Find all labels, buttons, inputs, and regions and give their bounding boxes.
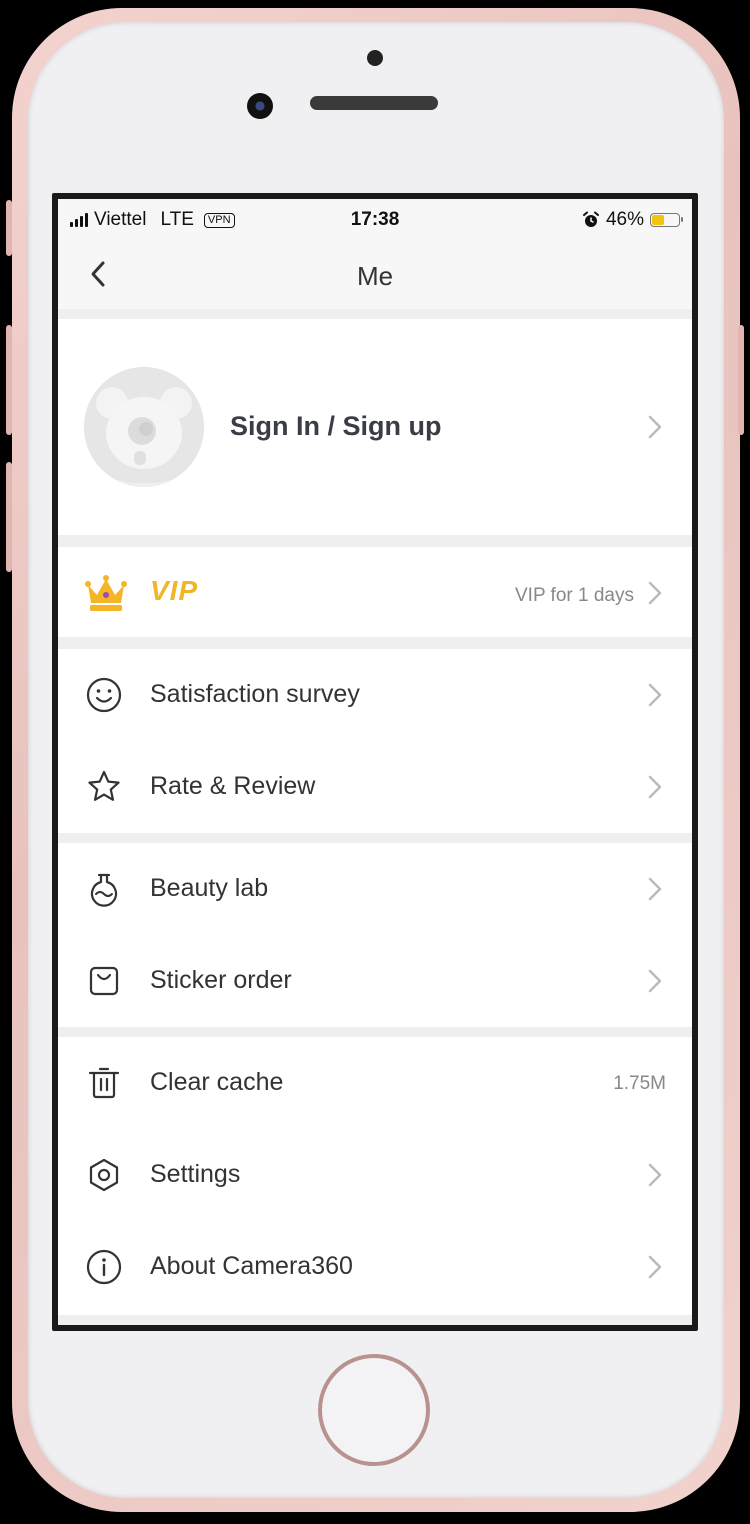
info-icon (86, 1249, 122, 1285)
menu-group-feedback: Satisfaction survey Rate & Review (58, 649, 692, 833)
side-button (6, 200, 12, 256)
chevron-right-icon (648, 775, 662, 799)
star-icon (88, 770, 120, 801)
page-title: Me (356, 261, 394, 291)
status-bar: Viettel LTE VPN 17:38 46% (58, 199, 692, 243)
front-camera (247, 93, 273, 119)
chevron-right-icon (648, 415, 662, 439)
clear-cache-row[interactable]: Clear cache 1.75M (58, 1037, 692, 1129)
settings-row[interactable]: Settings (58, 1129, 692, 1221)
rate-review-label: Rate & Review (150, 772, 316, 800)
alarm-icon (582, 211, 599, 227)
chevron-right-icon (648, 581, 662, 605)
about-row[interactable]: About Camera360 (58, 1221, 692, 1313)
rate-review-row[interactable]: Rate & Review (58, 741, 692, 833)
vip-status: VIP for 1 days (515, 585, 634, 606)
battery-icon (650, 213, 683, 227)
side-button (738, 325, 744, 435)
vip-label: VIP (150, 575, 199, 606)
screen-content: Viettel LTE VPN 17:38 46% Me Sign In / S… (58, 199, 692, 1325)
sticker-order-row[interactable]: Sticker order (58, 935, 692, 1027)
vip-row[interactable]: VIP VIP for 1 days (58, 547, 692, 637)
home-button[interactable] (318, 1354, 430, 1466)
menu-group-extras: Beauty lab Sticker order (58, 843, 692, 1027)
hexagon-gear-icon (89, 1158, 119, 1192)
trash-icon (88, 1067, 120, 1099)
crown-icon (85, 575, 127, 611)
side-button (6, 462, 12, 572)
earpiece-speaker (310, 96, 438, 110)
bag-icon (89, 966, 119, 996)
flask-icon (90, 873, 118, 907)
chevron-right-icon (648, 1163, 662, 1187)
panda-avatar-icon (84, 367, 204, 487)
cache-size: 1.75M (613, 1073, 666, 1094)
sticker-order-label: Sticker order (150, 966, 292, 994)
battery-percent: 46% (605, 209, 644, 230)
side-button (6, 325, 12, 435)
clear-cache-label: Clear cache (150, 1068, 284, 1096)
beauty-lab-label: Beauty lab (150, 874, 269, 902)
front-sensor (367, 50, 383, 66)
sign-in-row[interactable]: Sign In / Sign up (58, 319, 692, 535)
satisfaction-survey-row[interactable]: Satisfaction survey (58, 649, 692, 741)
chevron-right-icon (648, 1255, 662, 1279)
menu-group-app: Clear cache 1.75M Settings About Camera3… (58, 1037, 692, 1315)
screen: Viettel LTE VPN 17:38 46% Me Sign In / S… (52, 193, 698, 1331)
smiley-icon (86, 677, 122, 713)
chevron-right-icon (648, 683, 662, 707)
nav-bar: Me (58, 243, 692, 309)
sign-in-label: Sign In / Sign up (230, 411, 442, 441)
about-label: About Camera360 (150, 1252, 353, 1280)
status-right: 46% (582, 209, 683, 231)
satisfaction-survey-label: Satisfaction survey (150, 680, 360, 708)
settings-label: Settings (150, 1160, 241, 1188)
chevron-right-icon (648, 969, 662, 993)
beauty-lab-row[interactable]: Beauty lab (58, 843, 692, 935)
chevron-right-icon (648, 877, 662, 901)
